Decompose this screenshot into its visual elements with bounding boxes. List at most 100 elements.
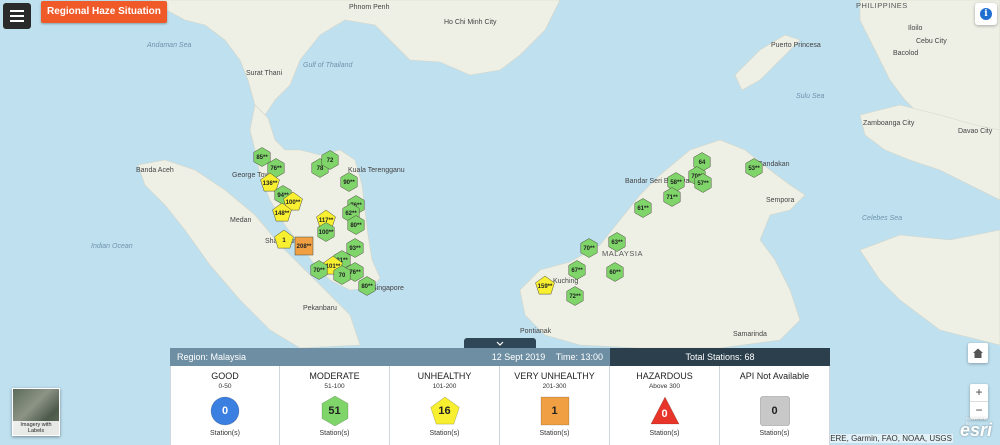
station-value: 76**	[270, 166, 282, 172]
station-value: 63**	[611, 240, 623, 246]
basemap-toggle[interactable]: Imagery with Labels	[12, 388, 60, 436]
home-button[interactable]	[968, 343, 988, 363]
hexagon-icon: 51	[320, 396, 350, 426]
category-unit: Station(s)	[649, 430, 680, 437]
station-value: 57**	[697, 181, 709, 187]
station-value: 93**	[349, 246, 361, 252]
category-unit: Station(s)	[759, 430, 790, 437]
category-cell[interactable]: MODERATE 51-100 51 Station(s)	[280, 366, 390, 445]
sea-label: Andaman Sea	[146, 42, 191, 49]
panel-collapse-tab[interactable]	[464, 338, 536, 348]
station-marker[interactable]: 208**	[294, 236, 314, 256]
category-range: 201-300	[542, 383, 567, 390]
hamburger-icon-bar	[10, 15, 24, 17]
station-value: 85**	[256, 155, 268, 161]
sea-label: Indian Ocean	[91, 243, 133, 250]
esri-logo: POWERED BY esri	[960, 416, 992, 441]
total-stations: Total Stations: 68	[610, 348, 830, 366]
rounded-square-icon: 0	[759, 396, 790, 426]
datetime: 12 Sept 2019 Time: 13:00	[492, 352, 603, 362]
category-unit: Station(s)	[429, 430, 460, 437]
category-name: HAZARDOUS	[636, 371, 693, 381]
category-count: 0	[661, 408, 668, 420]
station-value: 67**	[571, 268, 583, 274]
pentagon-icon: 16	[429, 396, 460, 426]
category-cell[interactable]: VERY UNHEALTHY 201-300 1 Station(s)	[500, 366, 610, 445]
category-name: GOOD	[211, 371, 239, 381]
category-count: 0	[221, 405, 229, 417]
station-value: 53**	[748, 166, 760, 172]
station-value: 80**	[350, 223, 362, 229]
station-value: 71**	[666, 195, 678, 201]
panel-header-left: Region: Malaysia 12 Sept 2019 Time: 13:0…	[170, 348, 610, 366]
station-value: 80**	[361, 284, 373, 290]
category-name: API Not Available	[739, 371, 810, 381]
place-label: Sandakan	[758, 161, 790, 168]
category-cell[interactable]: UNHEALTHY 101-200 16 Station(s)	[390, 366, 500, 445]
station-value: 70	[339, 273, 346, 279]
station-value: 72**	[569, 294, 581, 300]
category-cell[interactable]: HAZARDOUS Above 300 0 Station(s)	[610, 366, 720, 445]
place-label: Davao City	[958, 128, 993, 135]
category-name: MODERATE	[309, 371, 360, 381]
regional-haze-button[interactable]: Regional Haze Situation	[41, 1, 167, 23]
station-value: 78	[317, 166, 324, 172]
station-value: 100**	[286, 200, 301, 206]
region-label: Region: Malaysia	[177, 352, 247, 362]
place-label: Iloilo	[908, 25, 923, 32]
summary-panel: Region: Malaysia 12 Sept 2019 Time: 13:0…	[170, 348, 830, 445]
station-value: 64	[699, 160, 706, 166]
place-label: Banda Aceh	[136, 167, 174, 174]
station-value: 60**	[609, 270, 621, 276]
place-label: Samarinda	[733, 331, 767, 338]
station-value: 61**	[637, 206, 649, 212]
place-label: Ho Chi Minh City	[444, 19, 497, 26]
station-value: 76**	[349, 270, 361, 276]
chevron-down-icon	[496, 341, 504, 346]
station-value: 70**	[313, 268, 325, 274]
station-value: 208**	[297, 244, 312, 250]
place-label: Kuching	[553, 278, 578, 285]
category-count: 16	[438, 405, 451, 417]
hamburger-icon-bar	[10, 20, 24, 22]
category-cell[interactable]: GOOD 0-50 0 Station(s)	[170, 366, 280, 445]
place-label: Medan	[230, 217, 252, 224]
place-label: Phnom Penh	[349, 4, 390, 11]
station-value: 159**	[538, 284, 553, 290]
category-name: VERY UNHEALTHY	[514, 371, 595, 381]
hamburger-icon	[10, 10, 24, 12]
time-label: Time: 13:00	[555, 352, 603, 362]
sea-label: Sulu Sea	[796, 93, 825, 100]
category-range: 51-100	[324, 383, 345, 390]
category-cell[interactable]: API Not Available 0 Station(s)	[720, 366, 830, 445]
info-icon: i	[980, 8, 992, 20]
menu-button[interactable]	[3, 3, 31, 29]
place-label: Sempora	[766, 197, 795, 204]
station-value: 70**	[583, 246, 595, 252]
home-icon	[973, 348, 983, 358]
place-label: Surat Thani	[246, 70, 283, 77]
zoom-controls: + −	[970, 384, 988, 419]
category-unit: Station(s)	[539, 430, 570, 437]
info-button[interactable]: i	[975, 3, 997, 25]
triangle-icon: 0	[650, 396, 680, 426]
station-value: 136**	[263, 181, 278, 187]
place-label: Singapore	[372, 285, 404, 292]
station-value: 90**	[343, 180, 355, 186]
category-count: 0	[771, 405, 778, 417]
place-label: Kuala Terengganu	[348, 167, 405, 174]
place-label: Pontianak	[520, 328, 552, 335]
category-range: 101-200	[432, 383, 457, 390]
panel-header: Region: Malaysia 12 Sept 2019 Time: 13:0…	[170, 348, 830, 366]
country-label: PHILIPPINES	[856, 1, 908, 10]
station-value: 100**	[319, 230, 334, 236]
basemap-label: Imagery with Labels	[13, 421, 59, 435]
station-value: 148**	[275, 211, 290, 217]
station-value: 58**	[670, 180, 682, 186]
map-attribution: i, HERE, Garmin, FAO, NOAA, USGS	[817, 434, 953, 443]
category-unit: Station(s)	[210, 430, 240, 437]
zoom-in-button[interactable]: +	[970, 384, 988, 401]
category-count: 51	[328, 405, 341, 417]
place-label: Cebu City	[916, 38, 947, 45]
place-label: Bacolod	[893, 50, 918, 57]
